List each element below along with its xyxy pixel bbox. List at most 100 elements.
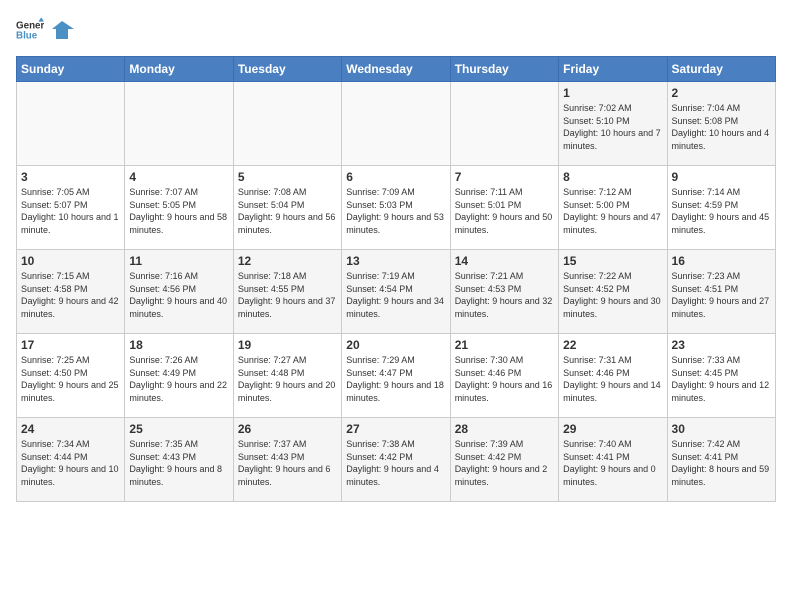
calendar-container: General Blue SundayMondayTuesdayWednesda… bbox=[0, 0, 792, 512]
day-number: 14 bbox=[455, 254, 554, 268]
week-row-3: 17 Sunrise: 7:25 AM Sunset: 4:50 PM Dayli… bbox=[17, 334, 776, 418]
day-cell: 13Sunrise: 7:19 AM Sunset: 4:54 PM Dayli… bbox=[342, 250, 450, 334]
day-number: 20 bbox=[346, 338, 445, 352]
day-cell: 21Sunrise: 7:30 AM Sunset: 4:46 PM Dayli… bbox=[450, 334, 558, 418]
day-cell: 30Sunrise: 7:42 AM Sunset: 4:41 PM Dayli… bbox=[667, 418, 775, 502]
day-number: 15 bbox=[563, 254, 662, 268]
day-cell: 15 Sunrise: 7:22 AM Sunset: 4:52 PM Dayli… bbox=[559, 250, 667, 334]
day-number: 12 bbox=[238, 254, 337, 268]
day-number: 22 bbox=[563, 338, 662, 352]
day-number: 7 bbox=[455, 170, 554, 184]
day-cell bbox=[125, 82, 233, 166]
day-info: Sunrise: 7:09 AM Sunset: 5:03 PM Dayligh… bbox=[346, 186, 445, 236]
logo: General Blue bbox=[16, 16, 74, 44]
day-cell: 1 Sunrise: 7:02 AM Sunset: 5:10 PM Daylig… bbox=[559, 82, 667, 166]
day-info: Sunrise: 7:35 AM Sunset: 4:43 PM Dayligh… bbox=[129, 438, 228, 488]
day-info: Sunrise: 7:29 AM Sunset: 4:47 PM Dayligh… bbox=[346, 354, 445, 404]
day-cell bbox=[17, 82, 125, 166]
day-cell: 3 Sunrise: 7:05 AM Sunset: 5:07 PM Daylig… bbox=[17, 166, 125, 250]
day-info: Sunrise: 7:07 AM Sunset: 5:05 PM Dayligh… bbox=[129, 186, 228, 236]
day-number: 16 bbox=[672, 254, 771, 268]
day-cell: 5 Sunrise: 7:08 AM Sunset: 5:04 PM Daylig… bbox=[233, 166, 341, 250]
day-info: Sunrise: 7:34 AM Sunset: 4:44 PM Dayligh… bbox=[21, 438, 120, 488]
day-info: Sunrise: 7:39 AM Sunset: 4:42 PM Dayligh… bbox=[455, 438, 554, 488]
day-cell: 8 Sunrise: 7:12 AM Sunset: 5:00 PM Daylig… bbox=[559, 166, 667, 250]
day-cell: 26Sunrise: 7:37 AM Sunset: 4:43 PM Dayli… bbox=[233, 418, 341, 502]
day-number: 3 bbox=[21, 170, 120, 184]
week-row-1: 3 Sunrise: 7:05 AM Sunset: 5:07 PM Daylig… bbox=[17, 166, 776, 250]
day-info: Sunrise: 7:25 AM Sunset: 4:50 PM Dayligh… bbox=[21, 354, 120, 404]
day-info: Sunrise: 7:05 AM Sunset: 5:07 PM Dayligh… bbox=[21, 186, 120, 236]
day-number: 28 bbox=[455, 422, 554, 436]
day-number: 27 bbox=[346, 422, 445, 436]
day-cell: 25Sunrise: 7:35 AM Sunset: 4:43 PM Dayli… bbox=[125, 418, 233, 502]
day-cell: 2Sunrise: 7:04 AM Sunset: 5:08 PM Daylig… bbox=[667, 82, 775, 166]
day-cell: 12 Sunrise: 7:18 AM Sunset: 4:55 PM Dayli… bbox=[233, 250, 341, 334]
day-number: 24 bbox=[21, 422, 120, 436]
day-number: 19 bbox=[238, 338, 337, 352]
day-info: Sunrise: 7:40 AM Sunset: 4:41 PM Dayligh… bbox=[563, 438, 662, 488]
day-info: Sunrise: 7:27 AM Sunset: 4:48 PM Dayligh… bbox=[238, 354, 337, 404]
day-info: Sunrise: 7:08 AM Sunset: 5:04 PM Dayligh… bbox=[238, 186, 337, 236]
header-day-saturday: Saturday bbox=[667, 57, 775, 82]
day-cell: 18 Sunrise: 7:26 AM Sunset: 4:49 PM Dayli… bbox=[125, 334, 233, 418]
calendar-body: 1 Sunrise: 7:02 AM Sunset: 5:10 PM Daylig… bbox=[17, 82, 776, 502]
day-number: 9 bbox=[672, 170, 771, 184]
day-cell: 7 Sunrise: 7:11 AM Sunset: 5:01 PM Daylig… bbox=[450, 166, 558, 250]
header-day-tuesday: Tuesday bbox=[233, 57, 341, 82]
day-info: Sunrise: 7:14 AM Sunset: 4:59 PM Dayligh… bbox=[672, 186, 771, 236]
day-cell: 27 Sunrise: 7:38 AM Sunset: 4:42 PM Dayli… bbox=[342, 418, 450, 502]
day-number: 26 bbox=[238, 422, 337, 436]
day-cell: 4Sunrise: 7:07 AM Sunset: 5:05 PM Daylig… bbox=[125, 166, 233, 250]
day-cell: 14 Sunrise: 7:21 AM Sunset: 4:53 PM Dayli… bbox=[450, 250, 558, 334]
day-cell bbox=[450, 82, 558, 166]
day-cell bbox=[342, 82, 450, 166]
header-row: SundayMondayTuesdayWednesdayThursdayFrid… bbox=[17, 57, 776, 82]
day-info: Sunrise: 7:21 AM Sunset: 4:53 PM Dayligh… bbox=[455, 270, 554, 320]
day-info: Sunrise: 7:26 AM Sunset: 4:49 PM Dayligh… bbox=[129, 354, 228, 404]
day-number: 17 bbox=[21, 338, 120, 352]
day-cell: 19 Sunrise: 7:27 AM Sunset: 4:48 PM Dayli… bbox=[233, 334, 341, 418]
day-info: Sunrise: 7:23 AM Sunset: 4:51 PM Dayligh… bbox=[672, 270, 771, 320]
day-cell: 10 Sunrise: 7:15 AM Sunset: 4:58 PM Dayli… bbox=[17, 250, 125, 334]
day-number: 29 bbox=[563, 422, 662, 436]
day-number: 30 bbox=[672, 422, 771, 436]
day-cell: 28 Sunrise: 7:39 AM Sunset: 4:42 PM Dayli… bbox=[450, 418, 558, 502]
day-info: Sunrise: 7:11 AM Sunset: 5:01 PM Dayligh… bbox=[455, 186, 554, 236]
day-info: Sunrise: 7:02 AM Sunset: 5:10 PM Dayligh… bbox=[563, 102, 662, 152]
day-info: Sunrise: 7:19 AM Sunset: 4:54 PM Dayligh… bbox=[346, 270, 445, 320]
svg-text:Blue: Blue bbox=[16, 30, 38, 41]
day-cell bbox=[233, 82, 341, 166]
day-number: 2 bbox=[672, 86, 771, 100]
header-day-thursday: Thursday bbox=[450, 57, 558, 82]
day-info: Sunrise: 7:15 AM Sunset: 4:58 PM Dayligh… bbox=[21, 270, 120, 320]
day-number: 8 bbox=[563, 170, 662, 184]
logo-triangle-icon bbox=[52, 19, 74, 41]
day-info: Sunrise: 7:12 AM Sunset: 5:00 PM Dayligh… bbox=[563, 186, 662, 236]
day-number: 10 bbox=[21, 254, 120, 268]
day-cell: 6 Sunrise: 7:09 AM Sunset: 5:03 PM Daylig… bbox=[342, 166, 450, 250]
header-day-friday: Friday bbox=[559, 57, 667, 82]
day-number: 5 bbox=[238, 170, 337, 184]
week-row-0: 1 Sunrise: 7:02 AM Sunset: 5:10 PM Daylig… bbox=[17, 82, 776, 166]
day-cell: 23 Sunrise: 7:33 AM Sunset: 4:45 PM Dayli… bbox=[667, 334, 775, 418]
day-info: Sunrise: 7:33 AM Sunset: 4:45 PM Dayligh… bbox=[672, 354, 771, 404]
header-day-monday: Monday bbox=[125, 57, 233, 82]
week-row-4: 24 Sunrise: 7:34 AM Sunset: 4:44 PM Dayli… bbox=[17, 418, 776, 502]
day-number: 1 bbox=[563, 86, 662, 100]
day-number: 6 bbox=[346, 170, 445, 184]
day-info: Sunrise: 7:22 AM Sunset: 4:52 PM Dayligh… bbox=[563, 270, 662, 320]
calendar-table: SundayMondayTuesdayWednesdayThursdayFrid… bbox=[16, 56, 776, 502]
day-cell: 17 Sunrise: 7:25 AM Sunset: 4:50 PM Dayli… bbox=[17, 334, 125, 418]
header-day-wednesday: Wednesday bbox=[342, 57, 450, 82]
day-info: Sunrise: 7:18 AM Sunset: 4:55 PM Dayligh… bbox=[238, 270, 337, 320]
day-info: Sunrise: 7:30 AM Sunset: 4:46 PM Dayligh… bbox=[455, 354, 554, 404]
day-info: Sunrise: 7:31 AM Sunset: 4:46 PM Dayligh… bbox=[563, 354, 662, 404]
day-info: Sunrise: 7:38 AM Sunset: 4:42 PM Dayligh… bbox=[346, 438, 445, 488]
day-cell: 20 Sunrise: 7:29 AM Sunset: 4:47 PM Dayli… bbox=[342, 334, 450, 418]
day-number: 23 bbox=[672, 338, 771, 352]
day-number: 11 bbox=[129, 254, 228, 268]
day-cell: 22 Sunrise: 7:31 AM Sunset: 4:46 PM Dayli… bbox=[559, 334, 667, 418]
logo-icon: General Blue bbox=[16, 16, 44, 44]
day-number: 18 bbox=[129, 338, 228, 352]
